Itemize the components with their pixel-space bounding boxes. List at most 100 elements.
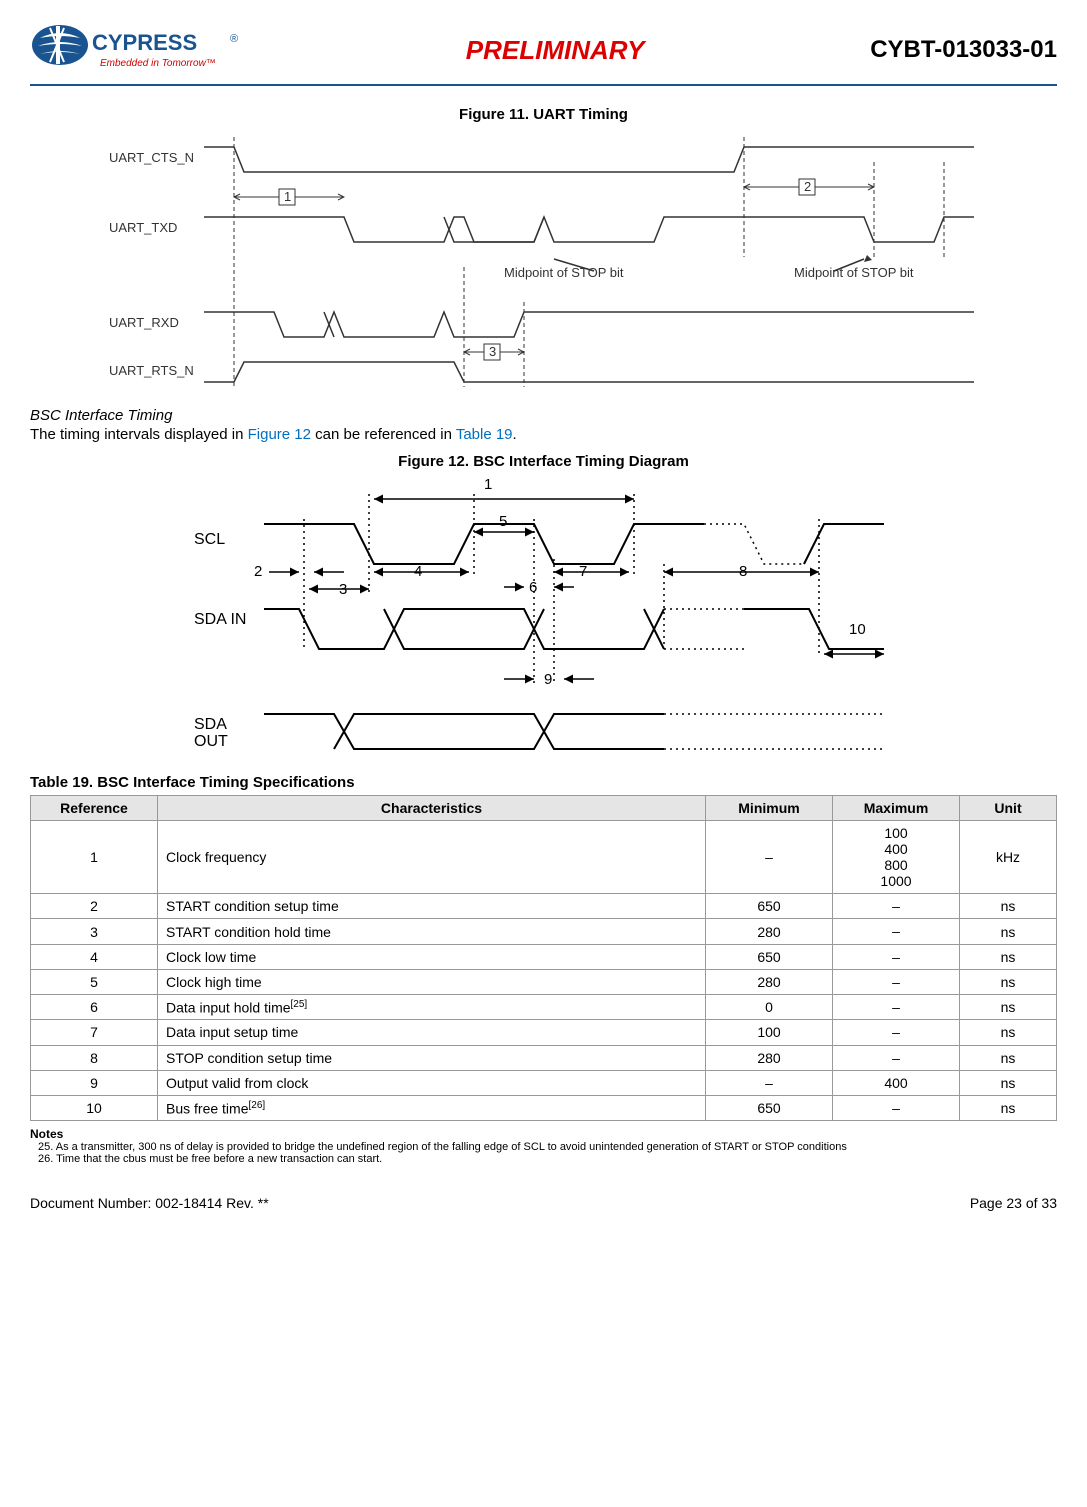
cypress-logo: CYPRESS ® Embedded in Tomorrow™ [30, 20, 240, 80]
cell-unit: kHz [960, 821, 1057, 894]
svg-text:UART_RTS_N: UART_RTS_N [109, 363, 194, 378]
svg-text:1: 1 [284, 189, 291, 204]
cell-unit: ns [960, 1020, 1057, 1045]
cell-min: 0 [706, 994, 833, 1020]
cell-ref: 4 [31, 944, 158, 969]
notes-block: Notes 25. As a transmitter, 300 ns of de… [30, 1127, 1057, 1165]
cell-char: START condition setup time [158, 894, 706, 919]
notes-title: Notes [30, 1127, 1057, 1141]
cell-char: Clock high time [158, 969, 706, 994]
cell-unit: ns [960, 1095, 1057, 1121]
text: The timing intervals displayed in [30, 426, 248, 443]
note-26: 26. Time that the cbus must be free befo… [30, 1153, 1057, 1165]
table-row: 5Clock high time280–ns [31, 969, 1057, 994]
cell-min: 100 [706, 1020, 833, 1045]
svg-text:SDA IN: SDA IN [194, 611, 246, 628]
cell-min: 280 [706, 919, 833, 944]
svg-text:Midpoint of STOP bit: Midpoint of STOP bit [794, 265, 914, 280]
cell-ref: 6 [31, 994, 158, 1020]
svg-text:1: 1 [484, 476, 492, 493]
svg-text:SCL: SCL [194, 531, 225, 548]
page-header: CYPRESS ® Embedded in Tomorrow™ PRELIMIN… [30, 20, 1057, 86]
figure12-link[interactable]: Figure 12 [248, 426, 311, 443]
figure12-title: Figure 12. BSC Interface Timing Diagram [30, 453, 1057, 470]
svg-text:UART_TXD: UART_TXD [109, 220, 177, 235]
cell-unit: ns [960, 894, 1057, 919]
svg-text:UART_RXD: UART_RXD [109, 315, 179, 330]
col-minimum: Minimum [706, 796, 833, 821]
cell-min: 650 [706, 944, 833, 969]
table-row: 8STOP condition setup time280–ns [31, 1045, 1057, 1070]
cell-ref: 2 [31, 894, 158, 919]
svg-text:6: 6 [529, 579, 537, 596]
cell-unit: ns [960, 944, 1057, 969]
note-25: 25. As a transmitter, 300 ns of delay is… [30, 1141, 1057, 1153]
bsc-intro-text: The timing intervals displayed in Figure… [30, 426, 1057, 443]
svg-text:OUT: OUT [194, 733, 228, 750]
cell-max: – [833, 1020, 960, 1045]
cell-char: START condition hold time [158, 919, 706, 944]
logo-text: CYPRESS [92, 30, 197, 55]
svg-text:Midpoint of STOP bit: Midpoint of STOP bit [504, 265, 624, 280]
cell-max: – [833, 944, 960, 969]
cell-max: – [833, 894, 960, 919]
text: can be referenced in [311, 426, 456, 443]
cell-min: 650 [706, 894, 833, 919]
cell-min: – [706, 821, 833, 894]
table19: Reference Characteristics Minimum Maximu… [30, 795, 1057, 1121]
cell-max: 1004008001000 [833, 821, 960, 894]
figure11-diagram: .sig { font: 13px Arial; fill:#333; } .a… [94, 127, 994, 397]
cell-char: Output valid from clock [158, 1070, 706, 1095]
cell-char: STOP condition setup time [158, 1045, 706, 1070]
cell-max: – [833, 1095, 960, 1121]
bsc-section-heading: BSC Interface Timing [30, 407, 1057, 424]
cell-unit: ns [960, 994, 1057, 1020]
cell-min: – [706, 1070, 833, 1095]
svg-text:®: ® [230, 33, 238, 45]
part-number: CYBT-013033-01 [870, 36, 1057, 64]
cell-ref: 8 [31, 1045, 158, 1070]
table-row: 10Bus free time[26]650–ns [31, 1095, 1057, 1121]
doc-number: Document Number: 002-18414 Rev. ** [30, 1195, 269, 1211]
page-footer: Document Number: 002-18414 Rev. ** Page … [30, 1195, 1057, 1211]
logo-tagline: Embedded in Tomorrow™ [100, 58, 216, 69]
col-characteristics: Characteristics [158, 796, 706, 821]
cell-ref: 1 [31, 821, 158, 894]
cell-max: – [833, 994, 960, 1020]
cell-max: – [833, 919, 960, 944]
cell-char: Data input hold time[25] [158, 994, 706, 1020]
svg-text:3: 3 [489, 344, 496, 359]
table19-title: Table 19. BSC Interface Timing Specifica… [30, 774, 1057, 791]
col-maximum: Maximum [833, 796, 960, 821]
cell-char: Data input setup time [158, 1020, 706, 1045]
cell-min: 650 [706, 1095, 833, 1121]
figure11-title: Figure 11. UART Timing [30, 106, 1057, 123]
figure12-diagram: .sig2 { font: 16px Arial; fill:#000; } .… [184, 474, 904, 764]
cell-unit: ns [960, 969, 1057, 994]
col-unit: Unit [960, 796, 1057, 821]
svg-text:UART_CTS_N: UART_CTS_N [109, 150, 194, 165]
table-row: 4Clock low time650–ns [31, 944, 1057, 969]
cell-ref: 7 [31, 1020, 158, 1045]
cell-ref: 10 [31, 1095, 158, 1121]
cell-min: 280 [706, 1045, 833, 1070]
svg-text:9: 9 [544, 671, 552, 688]
cell-ref: 3 [31, 919, 158, 944]
table19-link[interactable]: Table 19 [456, 426, 513, 443]
svg-text:2: 2 [804, 179, 811, 194]
svg-text:2: 2 [254, 563, 262, 580]
cell-max: – [833, 969, 960, 994]
table-row: 6Data input hold time[25]0–ns [31, 994, 1057, 1020]
table-header-row: Reference Characteristics Minimum Maximu… [31, 796, 1057, 821]
cell-ref: 9 [31, 1070, 158, 1095]
cell-max: – [833, 1045, 960, 1070]
table-row: 2START condition setup time650–ns [31, 894, 1057, 919]
cell-ref: 5 [31, 969, 158, 994]
preliminary-label: PRELIMINARY [240, 35, 870, 66]
cell-unit: ns [960, 1070, 1057, 1095]
table-row: 3START condition hold time280–ns [31, 919, 1057, 944]
cell-unit: ns [960, 1045, 1057, 1070]
table-row: 9Output valid from clock–400ns [31, 1070, 1057, 1095]
svg-text:10: 10 [849, 621, 866, 638]
page-number: Page 23 of 33 [970, 1195, 1057, 1211]
